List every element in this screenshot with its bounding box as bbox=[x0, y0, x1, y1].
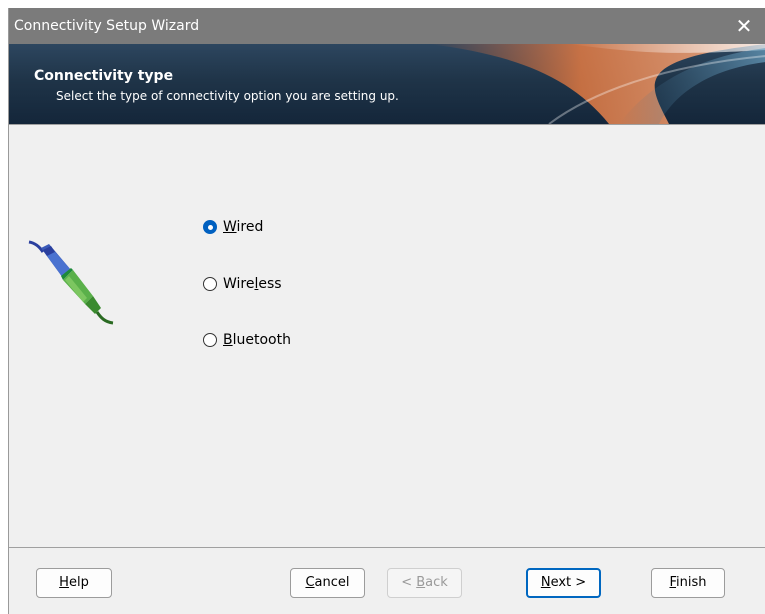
radio-wired-label: Wired bbox=[223, 219, 264, 235]
next-button[interactable]: Next > bbox=[526, 568, 601, 598]
finish-button[interactable]: Finish bbox=[651, 568, 725, 598]
close-icon[interactable]: ✕ bbox=[722, 8, 765, 44]
radio-wired[interactable]: Wired bbox=[203, 216, 263, 238]
page-description: Select the type of connectivity option y… bbox=[56, 89, 399, 103]
radio-selected-icon bbox=[203, 220, 217, 234]
page-heading: Connectivity type bbox=[34, 68, 174, 84]
footer-divider bbox=[9, 547, 765, 548]
radio-unselected-icon bbox=[203, 277, 217, 291]
network-cable-plug-icon bbox=[28, 240, 114, 325]
window-title: Connectivity Setup Wizard bbox=[14, 18, 200, 34]
radio-wireless[interactable]: Wireless bbox=[203, 273, 282, 295]
radio-bluetooth[interactable]: Bluetooth bbox=[203, 329, 291, 351]
banner-swoosh-graphic bbox=[429, 44, 765, 124]
title-bar: Connectivity Setup Wizard ✕ bbox=[9, 8, 765, 44]
cancel-button[interactable]: Cancel bbox=[290, 568, 365, 598]
radio-wireless-label: Wireless bbox=[223, 276, 282, 292]
wizard-header-banner: Connectivity type Select the type of con… bbox=[9, 44, 765, 124]
header-divider bbox=[9, 124, 765, 125]
help-button[interactable]: Help bbox=[36, 568, 112, 598]
radio-unselected-icon bbox=[203, 333, 217, 347]
radio-bluetooth-label: Bluetooth bbox=[223, 332, 291, 348]
wizard-window: Connectivity Setup Wizard ✕ Connectivity… bbox=[8, 8, 765, 614]
back-button[interactable]: < Back bbox=[387, 568, 462, 598]
